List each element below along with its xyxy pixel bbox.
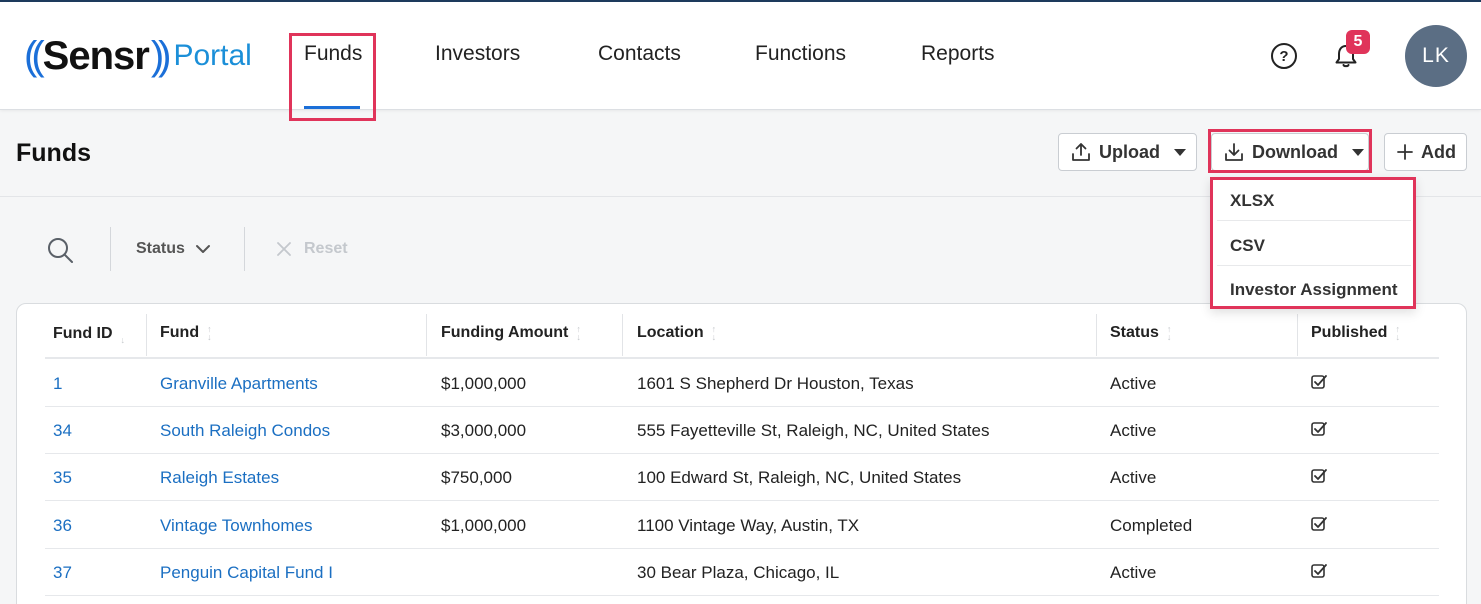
fund-name-link[interactable]: Granville Apartments bbox=[160, 374, 318, 394]
funding-amount: $1,000,000 bbox=[441, 516, 527, 535]
location: 555 Fayetteville St, Raleigh, NC, United… bbox=[637, 421, 990, 440]
reset-filters-button[interactable]: Reset bbox=[276, 240, 348, 258]
download-highlight-box bbox=[1208, 129, 1372, 173]
row-divider bbox=[45, 453, 1439, 454]
column-header-label: Published bbox=[1311, 324, 1388, 341]
notification-badge: 5 bbox=[1346, 30, 1370, 54]
column-header-label: Fund ID bbox=[53, 325, 113, 342]
location: 30 Bear Plaza, Chicago, IL bbox=[637, 563, 840, 582]
column-header-location[interactable]: Location ↑ ↓ bbox=[637, 324, 716, 342]
row-divider bbox=[45, 500, 1439, 501]
status: Active bbox=[1110, 421, 1157, 440]
published-checkbox-icon bbox=[1311, 517, 1327, 531]
upload-button[interactable]: Upload bbox=[1058, 133, 1197, 171]
menu-item-csv[interactable]: CSV bbox=[1230, 236, 1265, 256]
column-divider bbox=[1297, 314, 1298, 356]
location: 1601 S Shepherd Dr Houston, Texas bbox=[637, 374, 914, 393]
sort-icon: ↑ ↓ bbox=[1395, 324, 1400, 342]
column-header-fund-id[interactable]: Fund ID ↓ bbox=[53, 324, 126, 345]
sort-icon: ↑ ↓ bbox=[576, 324, 581, 342]
column-header-published[interactable]: Published ↑ ↓ bbox=[1311, 324, 1400, 342]
sensr-portal-logo[interactable]: (( Sensr )) Portal bbox=[24, 36, 252, 76]
location: 1100 Vintage Way, Austin, TX bbox=[637, 516, 860, 535]
funding-amount: $3,000,000 bbox=[441, 421, 527, 440]
status-filter-dropdown[interactable]: Status bbox=[136, 240, 211, 258]
fund-id-link[interactable]: 36 bbox=[53, 516, 72, 536]
fund-id-link[interactable]: 1 bbox=[53, 374, 62, 394]
nav-funds[interactable]: Funds bbox=[304, 42, 362, 66]
sort-desc-icon: ↓ bbox=[120, 335, 126, 345]
download-menu: XLSX CSV Investor Assignment bbox=[1210, 177, 1416, 309]
filter-divider bbox=[110, 227, 111, 271]
column-header-label: Location bbox=[637, 324, 704, 341]
fund-id-link[interactable]: 37 bbox=[53, 563, 72, 583]
fund-name-link[interactable]: Penguin Capital Fund I bbox=[160, 563, 333, 583]
published-checkbox-icon bbox=[1311, 564, 1327, 578]
column-header-status[interactable]: Status ↑ ↓ bbox=[1110, 324, 1171, 342]
nav-investors[interactable]: Investors bbox=[435, 42, 520, 66]
reset-label: Reset bbox=[304, 240, 348, 257]
upload-caret-icon bbox=[1174, 148, 1186, 156]
nav-functions[interactable]: Functions bbox=[755, 42, 846, 66]
row-divider bbox=[45, 548, 1439, 549]
status: Active bbox=[1110, 563, 1157, 582]
funding-amount: $750,000 bbox=[441, 468, 512, 487]
column-header-label: Funding Amount bbox=[441, 324, 569, 341]
status: Active bbox=[1110, 468, 1157, 487]
help-icon[interactable]: ? bbox=[1271, 43, 1297, 69]
menu-divider bbox=[1217, 220, 1411, 221]
column-divider bbox=[1096, 314, 1097, 356]
fund-name-link[interactable]: South Raleigh Condos bbox=[160, 421, 330, 441]
menu-item-xlsx[interactable]: XLSX bbox=[1230, 191, 1274, 211]
column-divider bbox=[622, 314, 623, 356]
column-divider bbox=[426, 314, 427, 356]
add-button[interactable]: Add bbox=[1384, 133, 1467, 171]
fund-id-link[interactable]: 34 bbox=[53, 421, 72, 441]
column-header-fund[interactable]: Fund ↑ ↓ bbox=[160, 324, 212, 342]
add-label: Add bbox=[1421, 141, 1456, 162]
upload-label: Upload bbox=[1099, 141, 1160, 162]
column-header-label: Fund bbox=[160, 324, 200, 341]
table-header-divider bbox=[45, 357, 1439, 359]
fund-name-link[interactable]: Raleigh Estates bbox=[160, 468, 279, 488]
close-icon bbox=[277, 242, 291, 256]
logo-product: Portal bbox=[173, 39, 252, 72]
sort-icon: ↑ ↓ bbox=[1166, 324, 1172, 342]
column-header-label: Status bbox=[1110, 324, 1159, 341]
column-header-funding-amount[interactable]: Funding Amount ↑ ↓ bbox=[441, 324, 581, 342]
status: Completed bbox=[1110, 516, 1193, 535]
row-divider bbox=[45, 595, 1439, 596]
published-checkbox-icon bbox=[1311, 375, 1327, 389]
nav-active-underline bbox=[304, 106, 360, 109]
fund-name-link[interactable]: Vintage Townhomes bbox=[160, 516, 312, 536]
location: 100 Edward St, Raleigh, NC, United State… bbox=[637, 468, 962, 487]
plus-icon bbox=[1397, 144, 1413, 160]
user-avatar[interactable]: LK bbox=[1405, 25, 1467, 87]
search-icon[interactable] bbox=[46, 236, 74, 264]
sort-icon: ↑ ↓ bbox=[207, 324, 212, 342]
menu-item-investor-assignment[interactable]: Investor Assignment bbox=[1230, 280, 1398, 300]
published-checkbox-icon bbox=[1311, 469, 1327, 483]
funding-amount: $1,000,000 bbox=[441, 374, 527, 393]
logo-brand: Sensr bbox=[42, 34, 150, 78]
nav-contacts[interactable]: Contacts bbox=[598, 42, 681, 66]
logo-right-waves: )) bbox=[150, 34, 171, 78]
page-title: Funds bbox=[16, 139, 91, 167]
column-divider bbox=[146, 314, 147, 356]
filter-divider bbox=[244, 227, 245, 271]
upload-icon bbox=[1072, 143, 1090, 161]
status: Active bbox=[1110, 374, 1157, 393]
menu-divider bbox=[1217, 265, 1411, 266]
published-checkbox-icon bbox=[1311, 422, 1327, 436]
chevron-down-icon bbox=[195, 245, 210, 253]
fund-id-link[interactable]: 35 bbox=[53, 468, 72, 488]
logo-left-waves: (( bbox=[24, 34, 44, 78]
nav-reports[interactable]: Reports bbox=[921, 42, 995, 66]
sort-icon: ↑ ↓ bbox=[711, 324, 717, 342]
status-filter-label: Status bbox=[136, 240, 185, 257]
row-divider bbox=[45, 406, 1439, 407]
